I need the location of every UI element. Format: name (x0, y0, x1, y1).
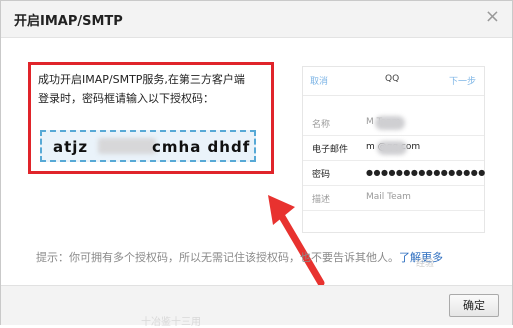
phone-row-label: 名称 (312, 120, 331, 130)
red-arrow-icon (268, 195, 325, 287)
dialog-footer: 确定 (1, 285, 512, 325)
message-line-2: 登录时，密码框请输入以下授权码： (38, 92, 214, 105)
imap-smtp-dialog: 开启IMAP/SMTP × 成功开启IMAP/SMTP服务,在第三方客户端 登录… (0, 0, 513, 328)
redacted-email (377, 141, 407, 155)
phone-settings-example: 取消 QQ 下一步 名称 M Team 电子邮件 m @qq.com 密码 ●●… (302, 66, 485, 233)
auth-code-part-1: atjz (53, 138, 89, 156)
auth-code-field[interactable]: atjz cmha dhdf (40, 130, 256, 162)
auth-code-part-2: cmha dhdf (152, 138, 251, 156)
phone-row-label: 电子邮件 (312, 145, 349, 155)
watermark: 经验 (416, 259, 435, 269)
phone-row-password: 密码 ●●●●●●●●●●●●●●●● (303, 161, 486, 186)
phone-row-name: 名称 M Team (303, 111, 484, 136)
phone-row-label: 密码 (312, 170, 331, 180)
phone-row-description: 描述 Mail Team (303, 186, 484, 211)
dialog-title: 开启IMAP/SMTP (14, 14, 123, 29)
redacted-code-segment (98, 138, 156, 154)
auth-code-highlight: 成功开启IMAP/SMTP服务,在第三方客户端 登录时，密码框请输入以下授权码：… (28, 62, 274, 174)
phone-row-email: 电子邮件 m @qq.com (303, 136, 484, 161)
dialog-header: 开启IMAP/SMTP × (1, 1, 512, 38)
redacted-name (375, 116, 405, 130)
confirm-button[interactable]: 确定 (449, 294, 499, 317)
phone-row-value: ●●●●●●●●●●●●●●●● (366, 168, 486, 177)
phone-nav-title: QQ (385, 74, 400, 84)
tip-message: 提示：你可拥有多个授权码，所以无需记住该授权码，也不要告诉其他人。 (36, 251, 399, 264)
phone-cancel-button: 取消 (310, 77, 329, 87)
phone-navbar: 取消 QQ 下一步 (303, 67, 484, 96)
background-ghost-text: 十冶鉴十三用 (141, 317, 201, 328)
close-icon[interactable]: × (485, 8, 500, 26)
tip-text: 提示：你可拥有多个授权码，所以无需记住该授权码，也不要告诉其他人。了解更多 (36, 249, 443, 265)
phone-next-button: 下一步 (448, 77, 476, 87)
phone-row-value: Mail Team (366, 192, 411, 202)
message-line-1: 成功开启IMAP/SMTP服务,在第三方客户端 (38, 73, 245, 86)
